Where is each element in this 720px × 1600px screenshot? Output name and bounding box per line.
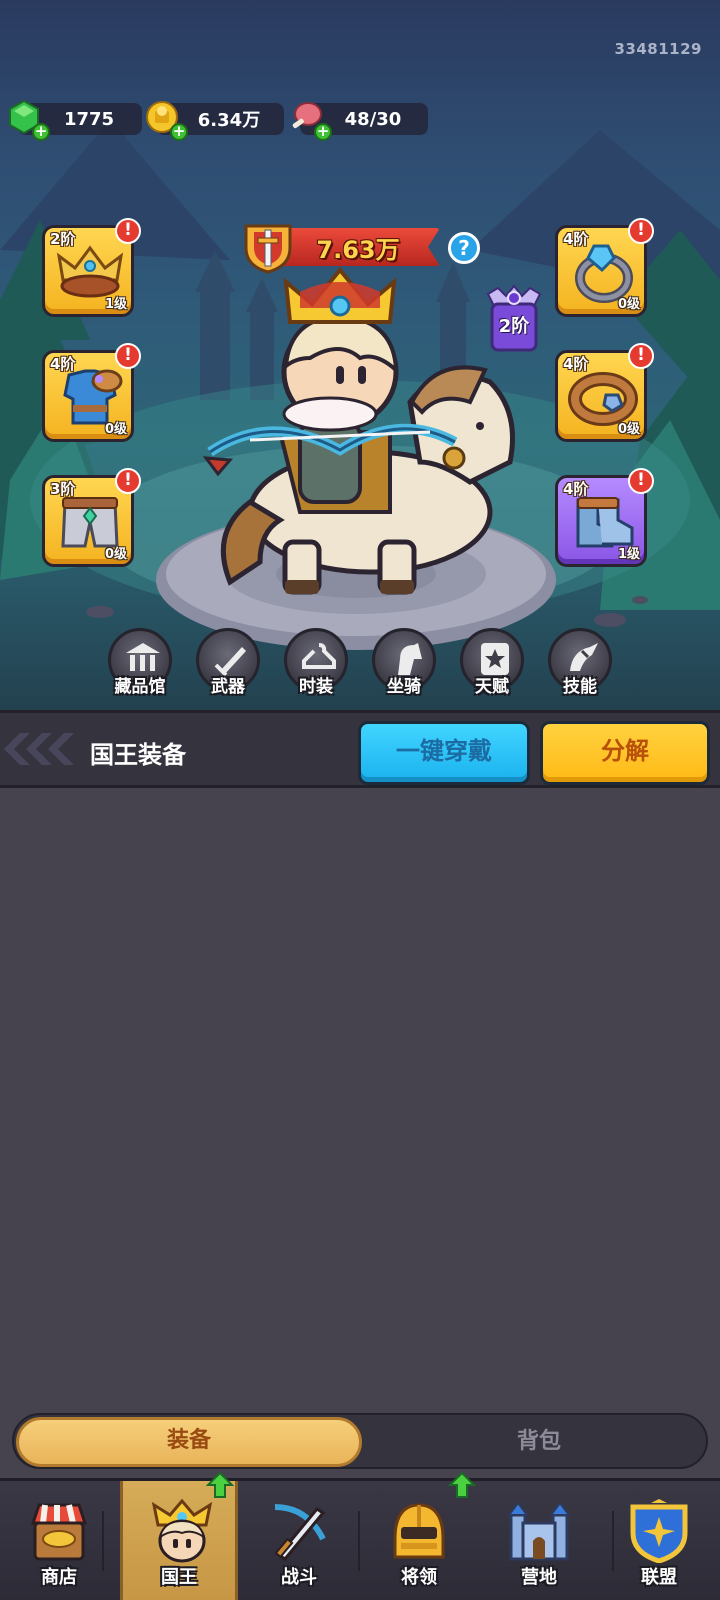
belt-alert-icon: ! xyxy=(628,343,654,369)
power-value: 7.63万 xyxy=(316,236,400,264)
nav-battle-label: 战斗 xyxy=(281,1567,317,1588)
ring-alert-icon: ! xyxy=(628,218,654,244)
equipment-tab-bar: 装备 背包 xyxy=(12,1413,708,1469)
help-icon[interactable]: ? xyxy=(448,232,480,264)
general-icon xyxy=(393,1503,445,1559)
crown-alert-icon: ! xyxy=(115,218,141,244)
nav-alliance-label: 联盟 xyxy=(641,1567,677,1588)
belt-level: 0级 xyxy=(617,422,640,437)
slot-crown[interactable]: 2阶 1级 ! xyxy=(42,218,141,317)
meat-value: 48/30 xyxy=(344,108,402,130)
menu-mount-label: 坐骑 xyxy=(387,677,421,697)
equipment-list-area[interactable] xyxy=(0,791,720,1411)
gold-counter[interactable]: + 6.34万 xyxy=(146,101,284,141)
decompose-button[interactable]: 分解 xyxy=(540,721,710,785)
general-upgrade-arrow-icon xyxy=(448,1471,476,1498)
menu-fashion-label: 时装 xyxy=(299,677,333,697)
belt-tier: 4阶 xyxy=(563,355,589,373)
battle-icon xyxy=(274,1504,326,1561)
king-icon xyxy=(151,1499,213,1563)
menu-skill[interactable]: 技能 xyxy=(546,628,614,698)
equip-all-button[interactable]: 一键穿戴 xyxy=(358,721,530,785)
menu-museum-label: 藏品馆 xyxy=(114,677,166,697)
boots-alert-icon: ! xyxy=(628,468,654,494)
crown-level: 1级 xyxy=(104,297,127,312)
alliance-icon xyxy=(630,1499,688,1563)
tab-equipment[interactable]: 装备 xyxy=(16,1417,362,1467)
nav-general-label: 将领 xyxy=(401,1567,437,1588)
boots-tier: 4阶 xyxy=(563,480,589,498)
menu-talent-label: 天赋 xyxy=(475,677,509,697)
shop-icon xyxy=(30,1503,88,1561)
pants-level: 0级 xyxy=(104,547,127,562)
nav-battle[interactable]: 战斗 xyxy=(240,1481,358,1600)
menu-weapon-label: 武器 xyxy=(211,677,245,697)
equipment-title: 国王装备 xyxy=(90,741,186,769)
tab-backpack[interactable]: 背包 xyxy=(374,1417,704,1467)
menu-weapon[interactable]: 武器 xyxy=(194,628,262,698)
gem-counter[interactable]: + 1775 xyxy=(9,99,142,141)
slot-ring[interactable]: 4阶 0级 ! xyxy=(555,218,654,317)
ring-tier: 4阶 xyxy=(563,230,589,248)
chevron-decoration-icon xyxy=(4,733,74,765)
slot-armor[interactable]: 4阶 0级 ! xyxy=(42,343,141,442)
ring-level: 0级 xyxy=(617,297,640,312)
nav-camp-label: 营地 xyxy=(521,1567,557,1588)
meat-counter[interactable]: + 48/30 xyxy=(292,102,428,141)
slot-belt[interactable]: 4阶 0级 ! xyxy=(555,343,654,442)
menu-mount[interactable]: 坐骑 xyxy=(370,628,438,698)
slot-pants[interactable]: 3阶 0级 ! xyxy=(42,468,141,567)
nav-shop[interactable]: 商店 xyxy=(0,1481,118,1600)
menu-skill-label: 技能 xyxy=(563,677,597,697)
armor-tier: 4阶 xyxy=(50,355,76,373)
menu-museum[interactable]: 藏品馆 xyxy=(106,628,174,698)
hero-scene: 33481129 + 1775 + 6.34万 + 48/30 2阶 1级 ! … xyxy=(0,0,720,710)
equipment-header: 国王装备 一键穿戴 分解 xyxy=(0,710,720,788)
bottom-navigation: 商店 国王 战斗 将领 营地 联盟 xyxy=(0,1471,720,1600)
menu-talent[interactable]: 天赋 xyxy=(458,628,526,698)
pants-alert-icon: ! xyxy=(115,468,141,494)
nav-shop-label: 商店 xyxy=(41,1567,77,1588)
armor-alert-icon: ! xyxy=(115,343,141,369)
camp-icon xyxy=(507,1501,571,1561)
menu-fashion[interactable]: 时装 xyxy=(282,628,350,698)
player-id: 33481129 xyxy=(614,40,702,58)
nav-camp[interactable]: 营地 xyxy=(480,1481,598,1600)
king-upgrade-arrow-icon xyxy=(206,1471,234,1498)
boots-level: 1级 xyxy=(617,547,640,562)
king-hero-on-horse xyxy=(202,266,515,595)
armor-level: 0级 xyxy=(104,422,127,437)
slot-boots[interactable]: 4阶 1级 ! xyxy=(555,468,654,567)
nav-alliance[interactable]: 联盟 xyxy=(600,1481,718,1600)
gem-value: 1775 xyxy=(63,108,115,130)
nav-king-label: 国王 xyxy=(161,1567,197,1588)
gold-value: 6.34万 xyxy=(197,110,261,131)
crown-tier: 2阶 xyxy=(50,230,76,248)
pants-tier: 3阶 xyxy=(50,480,76,498)
